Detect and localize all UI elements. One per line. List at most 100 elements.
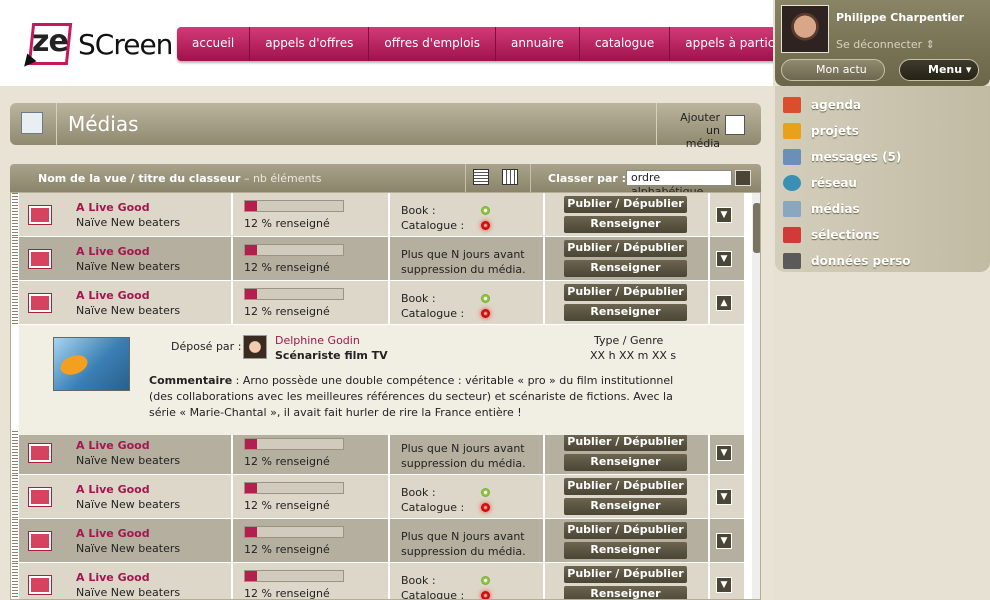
book-label: Book :	[401, 486, 436, 499]
side-item-label: sélections	[811, 228, 880, 242]
side-item-medias[interactable]: médias	[775, 196, 990, 222]
media-row[interactable]: A Live Good Naïve New beaters 12 % rense…	[12, 193, 744, 237]
expand-toggle-button[interactable]: ▼	[716, 577, 732, 593]
divider	[231, 519, 233, 563]
publish-button[interactable]: Publier / Dépublier	[564, 478, 687, 495]
logout-link[interactable]: Se déconnecter ⇕	[836, 38, 935, 51]
depositor-name-link[interactable]: Delphine Godin	[275, 334, 360, 347]
side-item-agenda[interactable]: agenda	[775, 92, 990, 118]
user-name: Philippe Charpentier	[836, 11, 965, 24]
user-panel: Philippe Charpentier Se déconnecter ⇕ Mo…	[775, 0, 990, 86]
nav-offres-emplois[interactable]: offres d'emplois	[369, 27, 497, 61]
divider	[656, 103, 657, 145]
fill-info-button[interactable]: Renseigner	[564, 216, 687, 233]
publish-button[interactable]: Publier / Dépublier	[564, 240, 687, 257]
envelope-icon	[783, 149, 801, 165]
add-media-icon[interactable]	[725, 115, 745, 135]
publish-button[interactable]: Publier / Dépublier	[564, 522, 687, 539]
divider	[708, 431, 710, 475]
film-icon	[29, 294, 51, 312]
add-media-button[interactable]: Ajouter un média	[670, 111, 720, 150]
sort-select[interactable]: ordre alphabétique	[626, 170, 732, 198]
fill-info-button[interactable]: Renseigner	[564, 498, 687, 515]
fill-info-button[interactable]: Renseigner	[564, 542, 687, 559]
fill-info-button[interactable]: Renseigner	[564, 454, 687, 471]
media-icon	[21, 112, 43, 134]
drag-handle[interactable]	[12, 519, 18, 563]
drag-handle[interactable]	[12, 475, 18, 519]
zescreen-logo[interactable]: ze SCreen	[19, 20, 173, 71]
side-item-projets[interactable]: projets	[775, 118, 990, 144]
media-title-link[interactable]: A Live Good	[76, 289, 150, 302]
user-avatar[interactable]	[781, 5, 829, 53]
expand-toggle-button[interactable]: ▲	[716, 295, 732, 311]
media-row[interactable]: A Live Good Naïve New beaters 12 % rense…	[12, 431, 744, 475]
grid-view-icon[interactable]	[502, 169, 518, 185]
nav-accueil[interactable]: accueil	[177, 27, 251, 61]
completion-label: 12 % renseigné	[244, 543, 330, 556]
media-title-link[interactable]: A Live Good	[76, 439, 150, 452]
menu-button[interactable]: Menu ▾	[899, 59, 979, 81]
divider	[231, 281, 233, 325]
expand-toggle-button[interactable]: ▼	[716, 489, 732, 505]
media-title-link[interactable]: A Live Good	[76, 483, 150, 496]
fill-info-button[interactable]: Renseigner	[564, 304, 687, 321]
publish-button[interactable]: Publier / Dépublier	[564, 284, 687, 301]
page-header: Médias Ajouter un média	[10, 103, 761, 150]
publish-button[interactable]: Publier / Dépublier	[564, 566, 687, 583]
side-item-reseau[interactable]: réseau	[775, 170, 990, 196]
depositor-avatar[interactable]	[243, 335, 267, 359]
media-row[interactable]: A Live Good Naïve New beaters 12 % rense…	[12, 281, 744, 325]
media-thumbnail[interactable]	[53, 337, 130, 391]
scrollbar-thumb[interactable]	[753, 203, 760, 253]
drag-handle[interactable]	[12, 431, 18, 475]
book-status-dot	[481, 206, 490, 215]
fill-info-button[interactable]: Renseigner	[564, 586, 687, 599]
media-subtitle: Naïve New beaters	[76, 260, 181, 273]
nav-catalogue[interactable]: catalogue	[580, 27, 671, 61]
publish-button[interactable]: Publier / Dépublier	[564, 196, 687, 213]
toggle-arrow-icon: ▼	[720, 580, 728, 590]
media-title-link[interactable]: A Live Good	[76, 527, 150, 540]
media-title-link[interactable]: A Live Good	[76, 571, 150, 584]
media-row[interactable]: A Live Good Naïve New beaters 12 % rense…	[12, 237, 744, 281]
completion-progress-bar	[244, 482, 344, 494]
completion-progress-bar	[244, 244, 344, 256]
media-row[interactable]: A Live Good Naïve New beaters 12 % rense…	[12, 475, 744, 519]
media-row[interactable]: A Live Good Naïve New beaters 12 % rense…	[12, 519, 744, 563]
nav-annuaire[interactable]: annuaire	[496, 27, 580, 61]
top-bar: ze SCreen accueil appels d'offres offres…	[0, 0, 831, 86]
drag-handle[interactable]	[12, 193, 18, 237]
deposit-label: Déposé par :	[171, 340, 242, 353]
media-title-link[interactable]: A Live Good	[76, 245, 150, 258]
completion-label: 12 % renseigné	[244, 499, 330, 512]
id-card-icon	[783, 253, 801, 269]
publish-button[interactable]: Publier / Dépublier	[564, 434, 687, 451]
expand-toggle-button[interactable]: ▼	[716, 445, 732, 461]
side-item-messages[interactable]: messages (5)	[775, 144, 990, 170]
fill-info-button[interactable]: Renseigner	[564, 260, 687, 277]
side-item-selections[interactable]: sélections	[775, 222, 990, 248]
expand-toggle-button[interactable]: ▼	[716, 533, 732, 549]
sort-dropdown-button[interactable]	[735, 170, 751, 186]
media-title-link[interactable]: A Live Good	[76, 201, 150, 214]
scrollbar[interactable]	[752, 193, 760, 599]
mon-actu-button[interactable]: Mon actu	[781, 59, 885, 81]
progress-fill	[245, 245, 257, 255]
drag-handle[interactable]	[12, 237, 18, 281]
expand-toggle-button[interactable]: ▼	[716, 207, 732, 223]
expand-toggle-button[interactable]: ▼	[716, 251, 732, 267]
side-item-donnees-perso[interactable]: données perso	[775, 248, 990, 274]
mon-actu-label: Mon actu	[816, 63, 867, 76]
main-nav: accueil appels d'offres offres d'emplois…	[177, 27, 831, 61]
nav-appels-offres[interactable]: appels d'offres	[250, 27, 370, 61]
progress-fill	[245, 571, 257, 581]
film-icon	[29, 444, 51, 462]
drag-handle[interactable]	[12, 281, 18, 325]
divider	[543, 475, 545, 519]
drag-handle[interactable]	[12, 563, 18, 599]
media-subtitle: Naïve New beaters	[76, 586, 181, 599]
view-toolbar: Nom de la vue / titre du classeur – nb é…	[10, 164, 761, 198]
media-row[interactable]: A Live Good Naïve New beaters 12 % rense…	[12, 563, 744, 599]
list-view-icon[interactable]	[473, 169, 489, 185]
